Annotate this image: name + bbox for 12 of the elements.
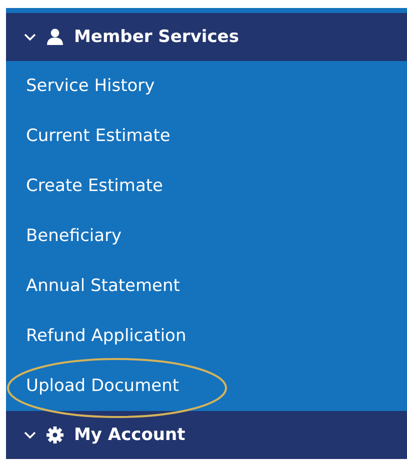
chevron-down-icon <box>24 431 36 439</box>
user-icon <box>46 28 64 46</box>
menu-link[interactable]: Current Estimate <box>26 126 170 146</box>
gear-icon <box>46 426 64 444</box>
chevron-down-icon <box>24 33 36 41</box>
section-header[interactable]: My Account <box>6 411 407 459</box>
menu-link[interactable]: Create Estimate <box>26 176 163 196</box>
menu-link[interactable]: Annual Statement <box>26 276 180 296</box>
menu-link[interactable]: Refund Application <box>26 326 186 346</box>
menu-link[interactable]: Service History <box>26 76 155 96</box>
section-header[interactable]: Member Services <box>6 13 407 61</box>
menu-link[interactable]: Beneficiary <box>26 226 122 246</box>
